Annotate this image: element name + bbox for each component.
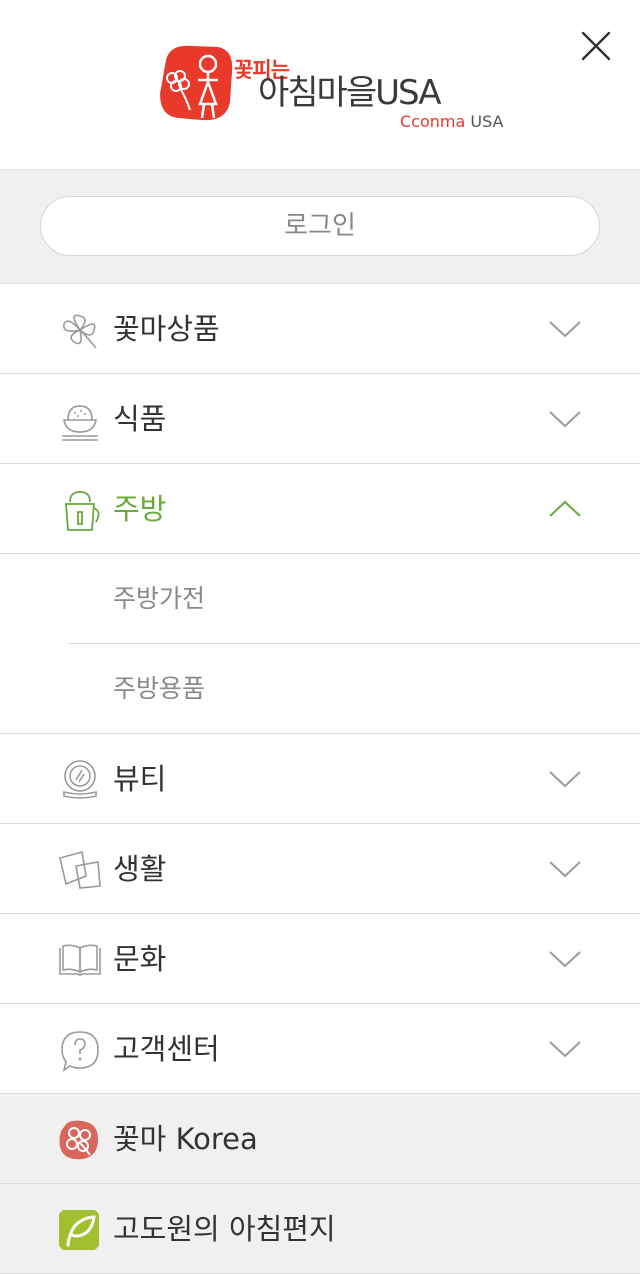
chevron-down-icon: [549, 951, 581, 968]
login-section: 로그인: [0, 170, 640, 284]
menu-item-label: 식품: [113, 402, 167, 436]
logo-title: 아침마을USA: [258, 73, 441, 113]
submenu-item-kitchen-supplies[interactable]: 주방용품: [0, 644, 640, 734]
menu-item-beauty[interactable]: 뷰티: [0, 734, 640, 824]
logo-sub-cconma: Cconma: [400, 112, 466, 131]
link-label: 꽃마 Korea: [113, 1122, 258, 1156]
chevron-down-icon: [549, 321, 581, 338]
menu-item-label: 뷰티: [113, 762, 167, 796]
book-icon: [59, 944, 101, 976]
menu-item-customer-center[interactable]: 고객센터: [0, 1004, 640, 1094]
menu-header: 꽃피는 아침마을USA Cconma USA: [0, 0, 640, 170]
chevron-up-icon: [549, 500, 581, 517]
submenu-item-label: 주방가전: [113, 584, 206, 613]
login-button[interactable]: 로그인: [40, 196, 600, 256]
close-icon[interactable]: [574, 24, 618, 68]
menu-item-food[interactable]: 식품: [0, 374, 640, 464]
menu-item-label: 문화: [113, 942, 167, 976]
help-bubble-icon: [61, 1031, 99, 1072]
link-cconma-korea[interactable]: 꽃마 Korea: [0, 1094, 640, 1184]
logo-sub-usa: USA: [470, 112, 504, 131]
towels-icon: [59, 850, 101, 889]
chevron-down-icon: [549, 1041, 581, 1058]
link-morning-letter[interactable]: 고도원의 아침편지: [0, 1184, 640, 1274]
menu-item-label: 꽃마상품: [113, 312, 220, 346]
link-label: 고도원의 아침편지: [113, 1212, 336, 1246]
compact-mirror-icon: [63, 760, 97, 799]
logo-subtitle: Cconma USA: [400, 112, 504, 131]
chevron-down-icon: [549, 411, 581, 428]
flower-icon: [63, 314, 97, 349]
menu-item-label: 고객센터: [113, 1032, 220, 1066]
menu-item-label: 생활: [113, 852, 167, 886]
submenu-item-kitchen-appliances[interactable]: 주방가전: [0, 554, 640, 644]
rice-bowl-icon: [62, 405, 98, 441]
menu-item-label: 주방: [113, 492, 167, 526]
menu-item-culture[interactable]: 문화: [0, 914, 640, 1004]
leaf-icon: [59, 1210, 99, 1250]
kettle-icon: [65, 491, 100, 531]
menu-item-kitchen[interactable]: 주방: [0, 464, 640, 554]
submenu-item-label: 주방용품: [113, 674, 206, 703]
chevron-down-icon: [549, 861, 581, 878]
menu-item-cconma-products[interactable]: 꽃마상품: [0, 284, 640, 374]
logo-emblem-icon: [160, 45, 233, 121]
cconma-korea-icon: [59, 1120, 98, 1160]
menu-item-living[interactable]: 생활: [0, 824, 640, 914]
cconma-usa-logo[interactable]: 꽃피는 아침마을USA Cconma USA: [154, 40, 504, 135]
chevron-down-icon: [549, 771, 581, 788]
